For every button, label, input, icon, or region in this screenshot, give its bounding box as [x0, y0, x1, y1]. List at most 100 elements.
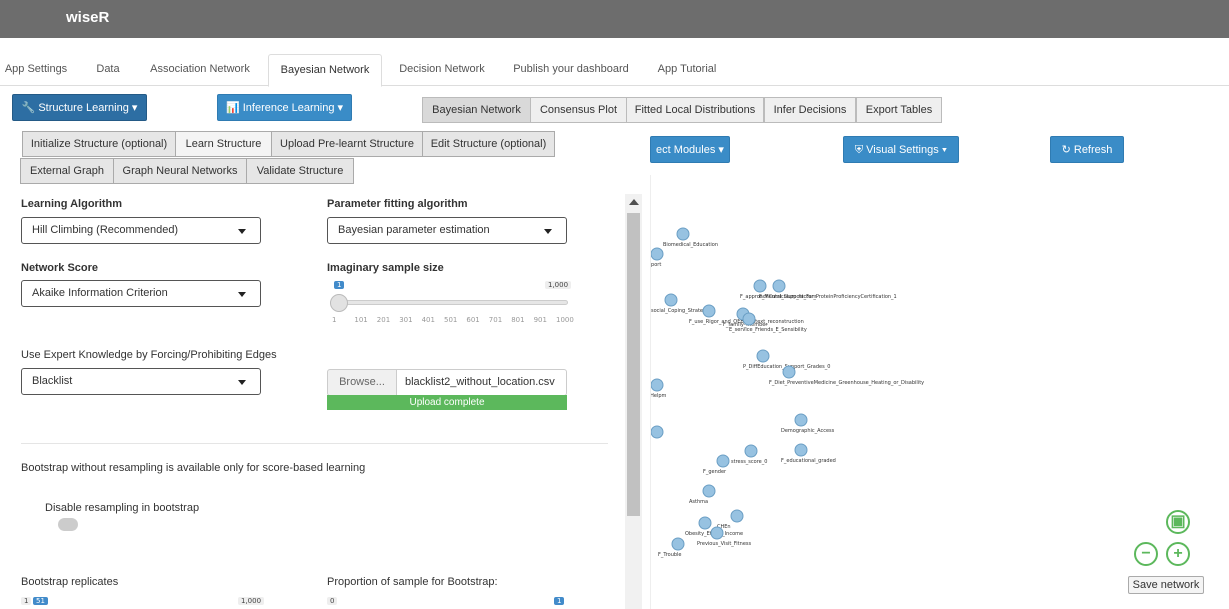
- network-node[interactable]: [772, 279, 786, 293]
- network-node-label: F_educational_graded: [781, 458, 836, 464]
- tab-data[interactable]: Data: [88, 54, 128, 86]
- network-node[interactable]: [716, 454, 730, 468]
- network-node-label: Asthma: [689, 499, 708, 505]
- network-node[interactable]: [702, 484, 716, 498]
- network-node[interactable]: [710, 526, 724, 540]
- tab-bayesian-network[interactable]: Bayesian Network: [268, 54, 382, 87]
- tab-publish-dashboard[interactable]: Publish your dashboard: [506, 54, 636, 86]
- disable-resampling-label: Disable resampling in bootstrap: [45, 502, 200, 514]
- caret-down-icon: ▾: [941, 144, 948, 156]
- disable-resampling-toggle[interactable]: [58, 518, 78, 531]
- slider-tick-label: 601: [466, 316, 480, 324]
- imaginary-slider-handle[interactable]: [330, 294, 348, 312]
- network-node[interactable]: [664, 293, 678, 307]
- tab-app-tutorial[interactable]: App Tutorial: [648, 54, 726, 86]
- learning-algorithm-select[interactable]: Hill Climbing (Recommended): [21, 217, 261, 244]
- tab-app-settings[interactable]: App Settings: [0, 54, 72, 86]
- refresh-button[interactable]: ↻ Refresh: [1050, 136, 1124, 163]
- slider-tick-label: 801: [511, 316, 525, 324]
- network-node[interactable]: [676, 227, 690, 241]
- inference-learning-dropdown[interactable]: 📊 Inference Learning ▾: [217, 94, 352, 121]
- inference-learning-label: Inference Learning: [242, 102, 335, 114]
- app-title: wiseR: [66, 9, 110, 26]
- network-node[interactable]: [651, 247, 664, 261]
- learning-algorithm-label: Learning Algorithm: [21, 198, 123, 210]
- subtab-graph-neural-networks[interactable]: Graph Neural Networks: [113, 158, 247, 184]
- param-fit-select[interactable]: Bayesian parameter estimation: [327, 217, 567, 244]
- select-modules-dropdown[interactable]: ect Modules ▾: [650, 136, 730, 163]
- fit-view-icon[interactable]: ▣: [1166, 510, 1190, 534]
- network-node[interactable]: [782, 365, 796, 379]
- network-node-label: Previous_Visit_Fitness: [697, 541, 751, 547]
- network-node[interactable]: [794, 443, 808, 457]
- chart-icon: 📊: [225, 102, 240, 114]
- upload-status-text: Upload complete: [409, 397, 485, 408]
- wrench-icon: 🔧: [21, 102, 36, 114]
- imaginary-sample-label: Imaginary sample size: [327, 262, 444, 274]
- network-node[interactable]: [651, 425, 664, 439]
- network-node[interactable]: [702, 304, 716, 318]
- file-name-field[interactable]: blacklist2_without_location.csv: [396, 369, 567, 396]
- view-tab-export-tables[interactable]: Export Tables: [856, 97, 942, 123]
- expert-knowledge-select[interactable]: Blacklist: [21, 368, 261, 395]
- select-modules-label: ect Modules: [656, 144, 716, 156]
- visual-settings-label: Visual Settings: [866, 144, 939, 156]
- network-node[interactable]: [744, 444, 758, 458]
- imaginary-slider-track[interactable]: [330, 300, 568, 305]
- param-fit-value: Bayesian parameter estimation: [338, 224, 490, 236]
- app-header: wiseR: [0, 0, 1229, 38]
- tab-association-network[interactable]: Association Network: [140, 54, 260, 86]
- scrollbar-thumb[interactable]: [627, 213, 640, 516]
- network-score-label: Network Score: [21, 262, 99, 274]
- network-score-select[interactable]: Akaike Information Criterion: [21, 280, 261, 307]
- subtab-initialize-structure[interactable]: Initialize Structure (optional): [22, 131, 176, 157]
- visual-settings-dropdown[interactable]: ⛨ Visual Settings ▾: [843, 136, 959, 163]
- slider-tick-label: 301: [399, 316, 413, 324]
- network-node[interactable]: [651, 378, 664, 392]
- view-tab-fitted-local-distributions[interactable]: Fitted Local Distributions: [626, 97, 764, 123]
- network-node[interactable]: [671, 537, 685, 551]
- tab-decision-network[interactable]: Decision Network: [392, 54, 492, 86]
- slider-tick-label: 101: [354, 316, 368, 324]
- bootstrap-max-badge: 1,000: [238, 597, 265, 605]
- network-node[interactable]: [730, 509, 744, 523]
- save-network-button[interactable]: Save network: [1128, 576, 1204, 594]
- imaginary-max-badge: 1,000: [545, 281, 572, 289]
- scroll-up-icon[interactable]: [629, 199, 639, 205]
- main-tabs: App Settings Data Association Network Ba…: [0, 50, 1229, 87]
- proportion-max-badge: 1: [554, 597, 565, 605]
- imaginary-min-badge: 1: [334, 281, 345, 289]
- caret-down-icon: [238, 292, 246, 297]
- expert-knowledge-label: Use Expert Knowledge by Forcing/Prohibit…: [21, 349, 277, 361]
- network-node-label: F_gender: [703, 469, 727, 475]
- view-tab-infer-decisions[interactable]: Infer Decisions: [764, 97, 856, 123]
- network-node[interactable]: [698, 516, 712, 530]
- shield-icon: ⛨: [854, 144, 864, 156]
- caret-down-icon: ▾: [718, 144, 724, 156]
- param-fit-label: Parameter fitting algorithm: [327, 198, 468, 210]
- subtab-learn-structure[interactable]: Learn Structure: [175, 131, 272, 157]
- network-node[interactable]: [756, 349, 770, 363]
- caret-down-icon: [238, 229, 246, 234]
- network-node[interactable]: [742, 312, 756, 326]
- network-node[interactable]: [753, 279, 767, 293]
- network-node-label: stress_score_0: [731, 459, 767, 465]
- slider-tick-label: 501: [444, 316, 458, 324]
- network-node-label: Demographic_Access: [781, 428, 835, 434]
- subtab-edit-structure[interactable]: Edit Structure (optional): [422, 131, 555, 157]
- structure-learning-dropdown[interactable]: 🔧 Structure Learning ▾: [12, 94, 147, 121]
- browse-button[interactable]: Browse...: [327, 369, 397, 396]
- view-tab-consensus-plot[interactable]: Consensus Plot: [530, 97, 627, 123]
- network-node-label: s_support: [651, 262, 661, 268]
- expert-knowledge-value: Blacklist: [32, 375, 73, 387]
- zoom-in-icon[interactable]: +: [1166, 542, 1190, 566]
- network-node-label: F_Trouble: [658, 552, 682, 558]
- subtab-external-graph[interactable]: External Graph: [20, 158, 114, 184]
- refresh-icon: ↻: [1061, 144, 1071, 156]
- network-node[interactable]: [794, 413, 808, 427]
- view-tab-bayesian-network[interactable]: Bayesian Network: [422, 97, 531, 123]
- slider-tick-label: 901: [533, 316, 547, 324]
- subtab-validate-structure[interactable]: Validate Structure: [246, 158, 354, 184]
- zoom-out-icon[interactable]: −: [1134, 542, 1158, 566]
- subtab-upload-prelearnt-structure[interactable]: Upload Pre-learnt Structure: [271, 131, 423, 157]
